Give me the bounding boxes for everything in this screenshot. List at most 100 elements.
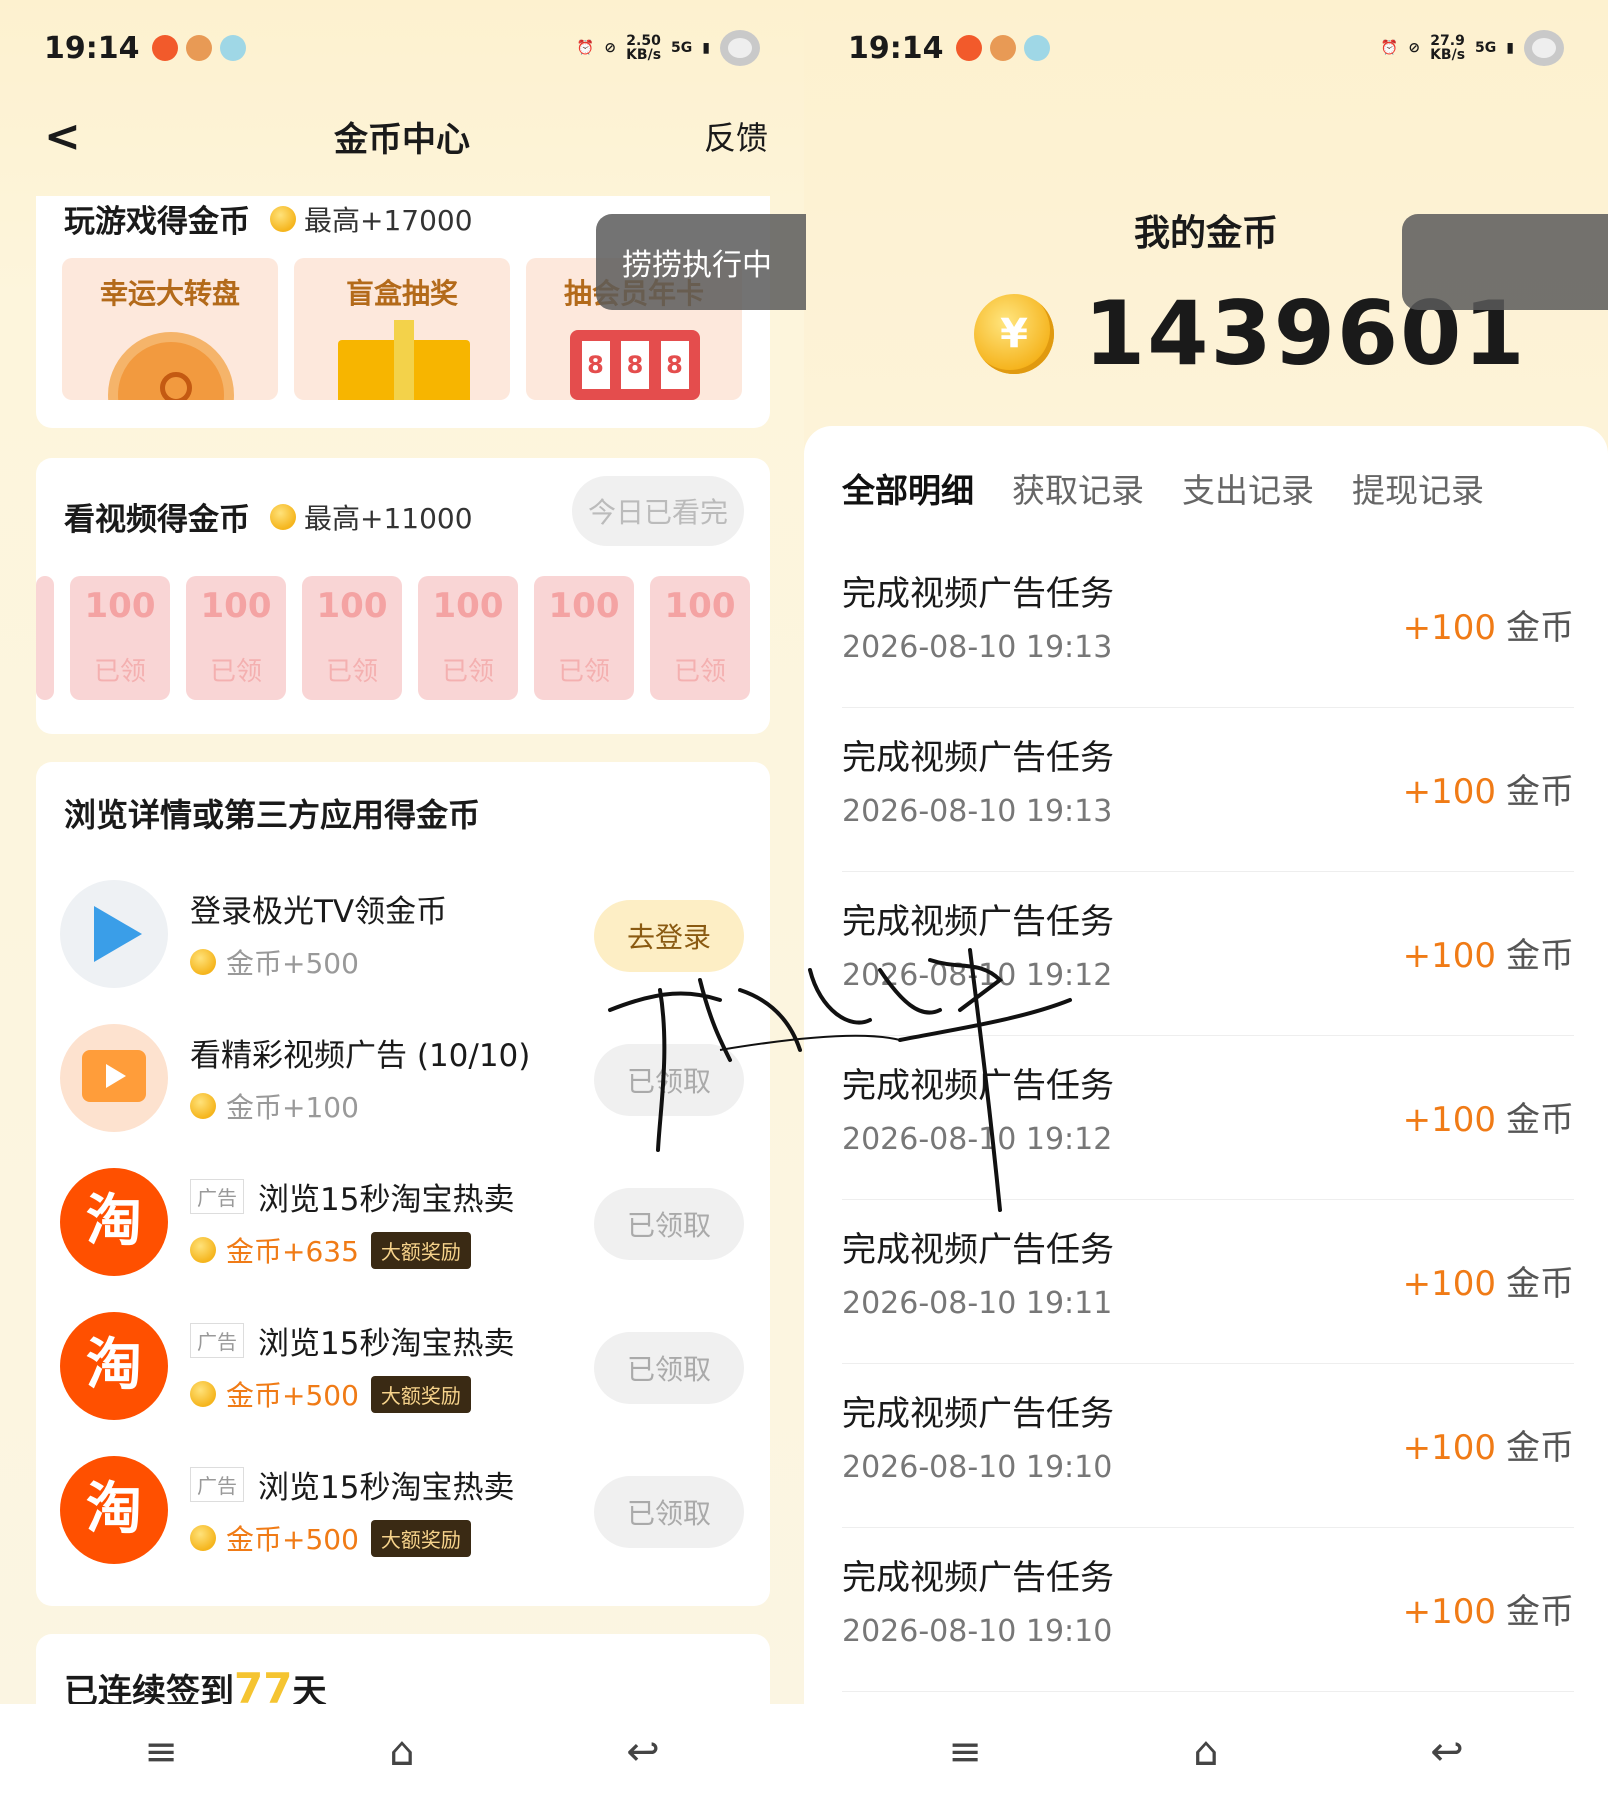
- red-envelope[interactable]: 100 已领: [534, 576, 634, 700]
- feedback-button[interactable]: 反馈: [704, 113, 768, 159]
- task-name: 广告 浏览15秒淘宝热卖: [190, 1462, 514, 1507]
- coin-icon: [270, 503, 296, 530]
- games-card-header: 玩游戏得金币 最高+17000: [64, 196, 473, 241]
- claimed-button[interactable]: 已领取: [594, 1332, 744, 1404]
- record-row: 完成视频广告任务 2026-08-10 19:13 +100 金币: [842, 708, 1574, 872]
- record-date: 2026-08-10 19:12: [842, 1122, 1113, 1157]
- ad-tag: 广告: [190, 1179, 244, 1214]
- task-running-toast: 捞捞执行中: [596, 214, 806, 310]
- big-reward-badge: 大额奖励: [370, 1519, 471, 1557]
- network-type: 5G: [1475, 40, 1497, 56]
- status-time: 19:14: [44, 30, 140, 66]
- system-nav-bar: ≡ ⌂ ↩: [804, 1704, 1608, 1800]
- claimed-button[interactable]: 已领取: [594, 1188, 744, 1260]
- tab-spend-records[interactable]: 支出记录: [1182, 464, 1314, 512]
- task-item: 淘 广告 浏览15秒淘宝热卖 金币+500 大额奖励 已领取: [60, 1312, 744, 1424]
- record-title: 完成视频广告任务: [842, 738, 1114, 778]
- status-bar: 19:14 ⏰ ⊘ 27.9 KB/s 5G ▮: [848, 26, 1564, 70]
- page-title: 金币中心: [334, 119, 470, 160]
- video-card: 看视频得金币 最高+11000 今日已看完 100 已领 100 已领 100 已领 …: [36, 458, 770, 734]
- coin-icon: [270, 205, 296, 232]
- red-envelope: [36, 576, 54, 700]
- signal-icon: ▮: [702, 40, 710, 56]
- record-date: 2026-08-10 19:13: [842, 794, 1113, 829]
- games-max: 最高+17000: [304, 203, 473, 237]
- record-row: 完成视频广告任务 2026-08-10 19:10 +100 金币: [842, 1528, 1574, 1692]
- game-tile-blindbox[interactable]: 盲盒抽奖: [294, 258, 510, 400]
- network-speed: 27.9 KB/s: [1430, 33, 1466, 63]
- record-title: 完成视频广告任务: [842, 902, 1114, 942]
- home-icon[interactable]: ⌂: [322, 1729, 482, 1775]
- red-envelope[interactable]: 100 已领: [186, 576, 286, 700]
- battery-icon: [1524, 30, 1564, 66]
- wifi-off-icon: ⊘: [604, 40, 617, 56]
- app-notification-icon: [219, 35, 246, 61]
- red-envelope[interactable]: 100 已领: [302, 576, 402, 700]
- task-item: 看精彩视频广告 (10/10) 金币+100 已领取: [60, 1024, 744, 1136]
- game-tile-label: 盲盒抽奖: [345, 277, 458, 310]
- ad-tag: 广告: [190, 1467, 244, 1502]
- home-icon[interactable]: ⌂: [1126, 1729, 1286, 1775]
- claimed-button[interactable]: 已领取: [594, 1476, 744, 1548]
- coin-detail-panel: 全部明细 获取记录 支出记录 提现记录 完成视频广告任务 2026-08-10 …: [804, 426, 1608, 1704]
- coin-center-scroll[interactable]: 玩游戏得金币 最高+17000 幸运大转盘 盲盒抽奖 抽会员年卡 888: [0, 196, 804, 1704]
- back-nav-icon[interactable]: ↩: [1367, 1729, 1527, 1775]
- task-reward: 金币+500 大额奖励: [190, 1518, 471, 1558]
- claimed-button[interactable]: 已领取: [594, 1044, 744, 1116]
- coin-icon: [190, 1381, 216, 1407]
- detail-tabs: 全部明细 获取记录 支出记录 提现记录: [842, 464, 1484, 512]
- tasks-card: 浏览详情或第三方应用得金币 登录极光TV领金币 金币+500 去登录 看精彩视频…: [36, 762, 770, 1606]
- task-name: 广告 浏览15秒淘宝热卖: [190, 1318, 514, 1363]
- tab-all-details[interactable]: 全部明细: [842, 464, 974, 512]
- back-nav-icon[interactable]: ↩: [563, 1729, 723, 1775]
- record-row: 完成视频广告任务 2026-08-10 19:12 +100 金币: [842, 872, 1574, 1036]
- big-reward-badge: 大额奖励: [370, 1375, 471, 1413]
- record-row: 完成视频广告任务 2026-08-10 19:11 +100 金币: [842, 1200, 1574, 1364]
- coin-icon: [190, 949, 216, 975]
- alarm-icon: ⏰: [1380, 40, 1399, 56]
- red-envelope[interactable]: 100 已领: [70, 576, 170, 700]
- task-item: 淘 广告 浏览15秒淘宝热卖 金币+635 大额奖励 已领取: [60, 1168, 744, 1280]
- record-date: 2026-08-10 19:13: [842, 630, 1113, 665]
- page-header: < 金币中心 反馈: [0, 108, 804, 164]
- record-date: 2026-08-10 19:12: [842, 958, 1113, 993]
- status-time: 19:14: [848, 30, 944, 66]
- video-max: 最高+11000: [304, 501, 473, 535]
- app-notification-icon: [185, 35, 212, 61]
- alarm-icon: ⏰: [576, 40, 595, 56]
- record-amount: +100 金币: [1402, 608, 1574, 648]
- red-envelope[interactable]: 100 已领: [418, 576, 518, 700]
- weibo-notification-icon: [955, 35, 982, 61]
- menu-icon[interactable]: ≡: [81, 1729, 241, 1775]
- video-play-icon: [60, 1024, 168, 1132]
- system-nav-bar: ≡ ⌂ ↩: [0, 1704, 804, 1800]
- menu-icon[interactable]: ≡: [885, 1729, 1045, 1775]
- record-date: 2026-08-10 19:10: [842, 1614, 1113, 1649]
- coin-icon: [190, 1093, 216, 1119]
- record-amount: +100 金币: [1402, 936, 1574, 976]
- record-title: 完成视频广告任务: [842, 1558, 1114, 1598]
- record-row: 完成视频广告任务 2026-08-10 19:13 +100 金币: [842, 544, 1574, 708]
- tasks-title: 浏览详情或第三方应用得金币: [64, 796, 481, 834]
- task-name: 看精彩视频广告 (10/10): [190, 1038, 531, 1074]
- go-login-button[interactable]: 去登录: [594, 900, 744, 972]
- taobao-icon: 淘: [60, 1168, 168, 1276]
- video-card-header: 看视频得金币 最高+11000: [64, 494, 473, 539]
- game-tile-wheel[interactable]: 幸运大转盘: [62, 258, 278, 400]
- task-reward: 金币+500 大额奖励: [190, 1374, 471, 1414]
- record-title: 完成视频广告任务: [842, 1394, 1114, 1434]
- video-done-button[interactable]: 今日已看完: [571, 476, 744, 546]
- slot-machine-icon: 888: [570, 330, 700, 400]
- tab-earn-records[interactable]: 获取记录: [1012, 464, 1144, 512]
- record-title: 完成视频广告任务: [842, 1066, 1114, 1106]
- record-title: 完成视频广告任务: [842, 574, 1114, 614]
- coin-icon: [190, 1237, 216, 1263]
- record-amount: +100 金币: [1402, 772, 1574, 812]
- game-tile-label: 幸运大转盘: [99, 277, 240, 310]
- task-name: 登录极光TV领金币: [190, 894, 448, 930]
- coin-icon: ¥: [974, 293, 1054, 374]
- record-date: 2026-08-10 19:11: [842, 1286, 1113, 1321]
- task-reward: 金币+500: [190, 942, 359, 982]
- red-envelope[interactable]: 100 已领: [650, 576, 750, 700]
- tab-withdraw-records[interactable]: 提现记录: [1352, 464, 1484, 512]
